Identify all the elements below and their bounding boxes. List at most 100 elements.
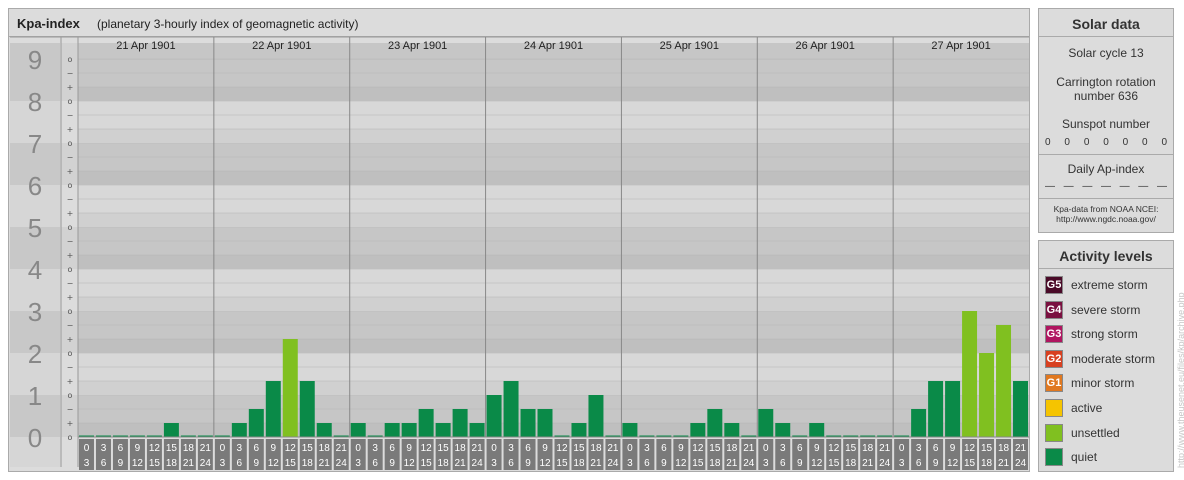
x-tick-label-start: 18 [590,443,602,454]
x-tick-label-start: 0 [491,443,497,454]
x-tick-label-end: 3 [627,458,633,469]
sub-tick-label: + [67,335,74,344]
x-tick-label-end: 9 [118,458,124,469]
x-tick-label-start: 9 [678,443,684,454]
sub-tick-band [61,395,78,437]
x-tick-label-start: 18 [862,443,874,454]
kp-bar [724,423,740,437]
x-tick-label-end: 9 [254,458,260,469]
kp-bar [265,381,281,437]
x-tick-label-end: 21 [862,458,874,469]
x-tick-label-end: 21 [183,458,195,469]
kp-bar [350,423,366,437]
x-tick-label-end: 21 [998,458,1010,469]
x-tick-label-end: 3 [355,458,361,469]
x-tick-label-end: 6 [372,458,378,469]
sub-band [78,283,1029,297]
sub-band [78,311,1029,325]
x-tick-label-end: 12 [675,458,687,469]
kp-bar [979,353,995,437]
x-tick-label-end: 21 [590,458,602,469]
sub-tick-label: o [68,349,73,358]
sub-band [78,297,1029,311]
kp-bar [435,423,451,437]
x-tick-label-end: 9 [933,458,939,469]
sub-band [78,395,1029,409]
kp-bar [945,381,961,437]
x-tick-label-start: 21 [1015,443,1027,454]
kp-bar [282,339,298,437]
sub-band [78,129,1029,143]
day-label: 27 Apr 1901 [931,40,990,52]
x-tick-label-end: 21 [455,458,467,469]
x-tick-label-start: 3 [780,443,786,454]
sub-tick-label: o [68,307,73,316]
x-tick-label-end: 6 [780,458,786,469]
x-tick-label-end: 18 [709,458,721,469]
x-tick-label-end: 24 [200,458,212,469]
sub-tick-label: o [68,223,73,232]
sub-tick-band [61,143,78,185]
x-tick-label-start: 0 [899,443,905,454]
x-tick-label-start: 3 [916,443,922,454]
sub-tick-band [61,59,78,101]
kp-bar [401,423,417,437]
x-tick-label-start: 3 [372,443,378,454]
x-tick-label-start: 6 [389,443,395,454]
sub-band [78,409,1029,423]
kp-bar [911,408,927,437]
x-tick-label-end: 12 [132,458,144,469]
sub-tick-label: − [67,279,74,288]
sub-tick-label: − [67,405,74,414]
level-band-1 [78,352,1029,395]
x-tick-label-start: 21 [336,443,348,454]
kp-bar [537,408,553,437]
sub-band [78,199,1029,213]
x-tick-label-end: 15 [828,458,840,469]
x-tick-label-start: 21 [879,443,891,454]
level-band-3 [78,268,1029,311]
kp-bar [299,381,315,437]
sub-tick-label: o [68,391,73,400]
level-band-4 [78,226,1029,269]
x-tick-label-start: 12 [556,443,568,454]
sub-tick-label: − [67,195,74,204]
x-tick-label-start: 9 [814,443,820,454]
day-label: 24 Apr 1901 [524,40,583,52]
x-tick-label-start: 15 [845,443,857,454]
sub-band [78,325,1029,339]
y-tick-label: 6 [28,171,42,201]
x-tick-label-start: 9 [271,443,277,454]
sub-band [78,185,1029,199]
day-label: 25 Apr 1901 [660,40,719,52]
x-tick-label-start: 0 [627,443,633,454]
x-tick-label-end: 18 [438,458,450,469]
sub-tick-label: o [68,433,73,442]
x-tick-label-start: 9 [406,443,412,454]
x-tick-label-end: 24 [1015,458,1027,469]
x-tick-label-start: 3 [101,443,107,454]
x-tick-label-start: 18 [319,443,331,454]
day-label: 26 Apr 1901 [796,40,855,52]
day-label: 23 Apr 1901 [388,40,447,52]
sub-band [78,157,1029,171]
x-tick-label-end: 12 [404,458,416,469]
x-tick-label-end: 24 [879,458,891,469]
day-label: 22 Apr 1901 [252,40,311,52]
sub-tick-label: − [67,153,74,162]
sub-band [78,269,1029,283]
x-tick-label-start: 12 [149,443,161,454]
x-tick-label-start: 0 [355,443,361,454]
x-tick-label-end: 15 [149,458,161,469]
sub-tick-label: o [68,97,73,106]
x-tick-label-end: 12 [811,458,823,469]
x-tick-label-end: 12 [947,458,959,469]
kp-bar [316,423,332,437]
sub-band [78,423,1029,437]
kp-bar [469,423,485,437]
x-tick-label-start: 18 [998,443,1010,454]
x-tick-label-end: 3 [491,458,497,469]
x-tick-label-end: 9 [389,458,395,469]
kp-bar [588,395,604,437]
x-tick-label-end: 24 [743,458,755,469]
